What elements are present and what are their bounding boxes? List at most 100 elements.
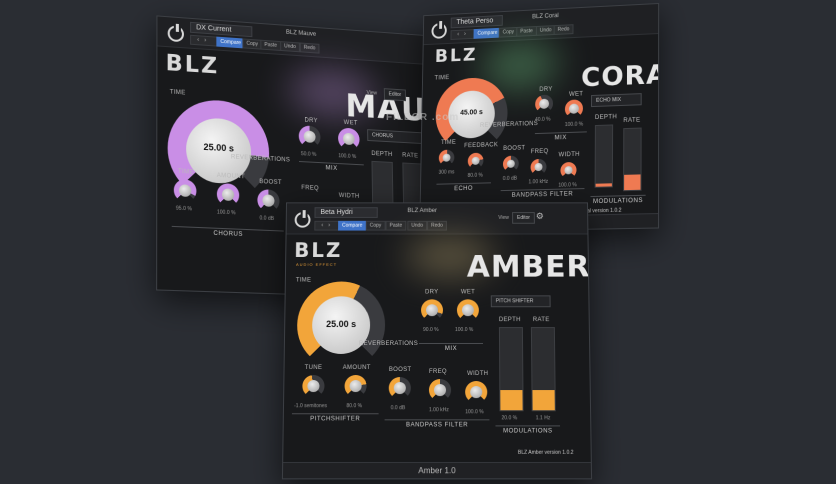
compare-button[interactable]: Compare (473, 27, 502, 39)
paste-button[interactable]: Paste (516, 26, 537, 37)
depth-meter[interactable] (594, 124, 614, 188)
bandpass-section-label: BANDPASS FILTER (500, 188, 585, 200)
width-knob[interactable] (560, 161, 577, 179)
depth-meter[interactable] (498, 327, 524, 412)
dry-value: 90.0 % (423, 327, 439, 334)
rate-meter[interactable] (623, 127, 642, 192)
boost-label: BOOST (503, 145, 526, 153)
coral-window-title: BLZ Coral (532, 13, 559, 21)
undo-button[interactable]: Undo (407, 220, 428, 231)
freq-label: FREQ (530, 148, 549, 156)
dry-knob[interactable] (535, 94, 554, 114)
paste-button[interactable]: Paste (260, 39, 282, 51)
settings-gear-icon[interactable]: ⚙ (536, 211, 544, 222)
pitchshifter-section-label: PITCHSHIFTER (291, 413, 379, 423)
boost-value: 0.0 dB (259, 215, 275, 223)
copy-button[interactable]: Copy (365, 220, 386, 231)
amount-value: 100.0 % (216, 209, 236, 217)
amber-plugin-window: Beta Hydri ‹› BLZ Amber Compare Copy Pas… (281, 202, 593, 480)
wet-value: 100.0 % (338, 153, 357, 161)
depth-label: DEPTH (371, 150, 393, 159)
mode-select[interactable]: CHORUS (367, 129, 424, 145)
freq-value: 1.00 kHz (428, 407, 449, 414)
width-label: WIDTH (467, 370, 489, 377)
copy-button[interactable]: Copy (498, 26, 519, 38)
redo-button[interactable]: Redo (553, 24, 574, 36)
wet-label: WET (460, 289, 476, 296)
redo-button[interactable]: Redo (427, 220, 447, 231)
redo-button[interactable]: Redo (299, 42, 320, 54)
amber-version-text: BLZ Amber version 1.0.2 (517, 449, 574, 456)
preset-nav-arrows[interactable]: ‹› (190, 34, 219, 47)
amber-time-dial[interactable]: 25.00 s (296, 281, 386, 369)
tune-value: -1.0 semitones (294, 403, 328, 410)
depth-value: 20.0 % (501, 415, 518, 422)
mix-section-label: MIX (534, 131, 587, 143)
echo-time-value: 300 ms (438, 169, 455, 176)
view-select[interactable]: Editor (512, 212, 535, 224)
echo-time-label: TIME (440, 139, 457, 147)
dry-knob[interactable] (298, 125, 321, 149)
amount-knob[interactable] (344, 374, 367, 398)
boost-label: BOOST (388, 366, 412, 373)
amber-topbar: Beta Hydri ‹› BLZ Amber Compare Copy Pas… (286, 203, 588, 235)
boost-value: 0.0 dB (390, 405, 406, 412)
time-label: TIME (295, 277, 312, 284)
paste-button[interactable]: Paste (385, 220, 407, 231)
watermark-text: FILECR .com (386, 112, 460, 123)
power-icon[interactable] (294, 212, 311, 228)
wet-knob[interactable] (456, 299, 479, 322)
feedback-knob[interactable] (467, 152, 484, 170)
coral-product-name: CORAL (581, 58, 660, 94)
undo-button[interactable]: Undo (280, 41, 300, 53)
coral-logo: BLZ (434, 44, 478, 67)
dry-value: 50.0 % (300, 151, 317, 158)
depth-label: DEPTH (594, 114, 618, 122)
freq-knob[interactable] (530, 158, 547, 176)
echo-time-knob[interactable] (438, 149, 455, 166)
wet-value: 100.0 % (564, 121, 584, 129)
depth-meter-fill (500, 389, 523, 411)
amount-knob[interactable] (216, 182, 240, 207)
bandpass-section-label: BANDPASS FILTER (384, 419, 490, 429)
mode-select[interactable]: PITCH SHIFTER (490, 295, 551, 308)
rate-meter[interactable] (530, 327, 556, 412)
modulations-section-label: MODULATIONS (495, 425, 561, 435)
freq-knob[interactable] (428, 379, 452, 402)
compare-button[interactable]: Compare (216, 36, 246, 49)
boost-knob[interactable] (502, 155, 519, 173)
feedback-value: 80.0 % (467, 172, 483, 179)
mix-section-label: MIX (418, 342, 484, 352)
depth-meter-fill (595, 183, 612, 187)
dry-label: DRY (539, 86, 553, 94)
wet-knob[interactable] (564, 99, 583, 119)
amber-logo: BLZ (294, 238, 343, 262)
wet-knob[interactable] (337, 127, 360, 151)
amber-logo-subtitle: AUDIO EFFECT (295, 261, 338, 267)
compare-button[interactable]: Compare (338, 220, 367, 231)
boost-knob[interactable] (257, 188, 280, 213)
echo-section-label: ECHO (436, 182, 491, 193)
amber-preset-name[interactable]: Beta Hydri (314, 207, 378, 218)
view-select[interactable]: Editor (383, 88, 407, 102)
rate-label: RATE (532, 317, 550, 324)
width-knob[interactable] (465, 381, 488, 404)
tune-knob[interactable] (302, 374, 325, 398)
reverberations-label: REVERBERATIONS (479, 120, 539, 129)
boost-knob[interactable] (388, 376, 411, 400)
view-label: View (498, 214, 509, 221)
time-label: TIME (434, 75, 450, 82)
width-label: WIDTH (558, 151, 580, 159)
rate-label: RATE (402, 152, 419, 160)
freq-value: 1.00 kHz (528, 178, 549, 186)
time-label: TIME (169, 89, 186, 97)
copy-button[interactable]: Copy (242, 38, 263, 50)
tune-label: TUNE (304, 364, 323, 371)
chorus-time-knob[interactable] (173, 178, 197, 203)
mode-select[interactable]: ECHO MIX (590, 93, 642, 108)
power-icon[interactable] (167, 25, 184, 43)
coral-preset-name[interactable]: Theta Perso (450, 14, 503, 29)
dry-knob[interactable] (421, 299, 443, 322)
dry-label: DRY (304, 117, 318, 125)
power-icon[interactable] (431, 22, 447, 39)
